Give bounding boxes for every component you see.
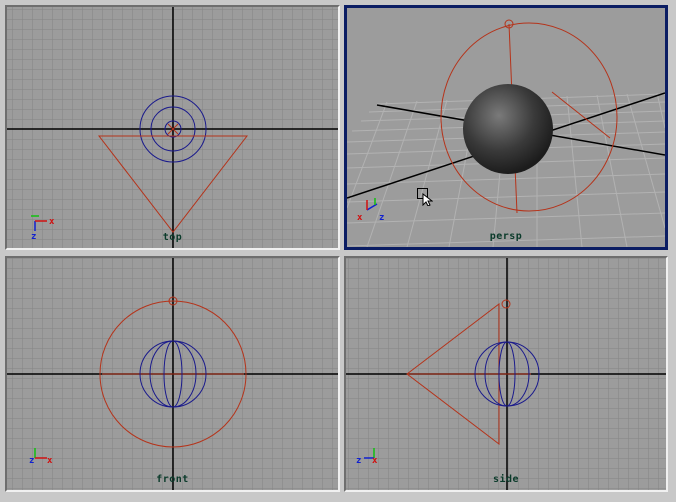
viewport-side[interactable]: z x side (344, 256, 668, 492)
top-view-canvas: x z (7, 7, 338, 248)
viewport-persp[interactable]: x z persp (344, 5, 668, 250)
svg-text:x: x (372, 456, 378, 466)
shaded-sphere (463, 84, 553, 174)
zoom-pointer-icon (417, 188, 433, 206)
viewport-top[interactable]: x z top (5, 5, 340, 250)
viewport-label-persp: persp (489, 231, 523, 242)
viewport-label-top: top (162, 232, 183, 243)
svg-text:z: z (29, 456, 34, 466)
viewport-label-side: side (492, 474, 520, 485)
svg-text:x: x (47, 456, 53, 466)
persp-view-canvas: x z (347, 8, 665, 247)
svg-text:x: x (49, 217, 55, 227)
viewport-label-front: front (156, 474, 189, 485)
side-view-canvas: z x (346, 258, 666, 490)
svg-text:z: z (356, 456, 361, 466)
viewport-front[interactable]: z x front (5, 256, 340, 492)
svg-text:z: z (379, 213, 384, 223)
front-view-canvas: z x (7, 258, 338, 490)
svg-text:x: x (357, 213, 363, 223)
